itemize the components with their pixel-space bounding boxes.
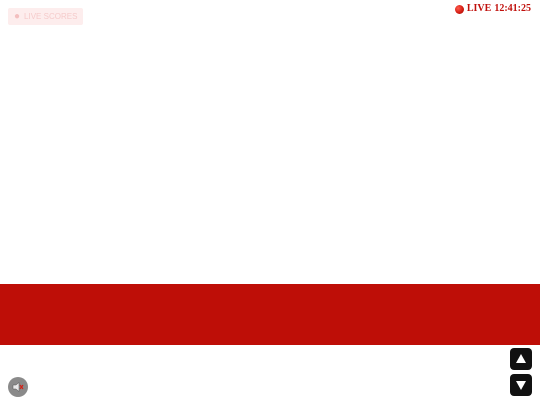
mute-button[interactable] — [8, 377, 28, 397]
scroll-up-button[interactable] — [510, 348, 532, 370]
top-badge[interactable]: ● LIVE SCORES — [8, 8, 84, 25]
live-dot-icon — [454, 4, 464, 14]
down-arrow-icon — [516, 381, 526, 390]
person-icon: ● — [14, 10, 21, 22]
live-time: 12:41:25 — [494, 3, 531, 14]
speaker-muted-icon — [12, 381, 24, 393]
scroll-down-button[interactable] — [510, 374, 532, 396]
badge-text: LIVE SCORES — [24, 12, 78, 21]
up-arrow-icon — [516, 354, 526, 363]
red-banner — [0, 284, 540, 345]
live-label: LIVE — [466, 3, 492, 14]
live-indicator: LIVE 12:41:25 — [454, 3, 531, 15]
page: ● LIVE SCORES LIVE 12:41:25 — [0, 0, 540, 405]
